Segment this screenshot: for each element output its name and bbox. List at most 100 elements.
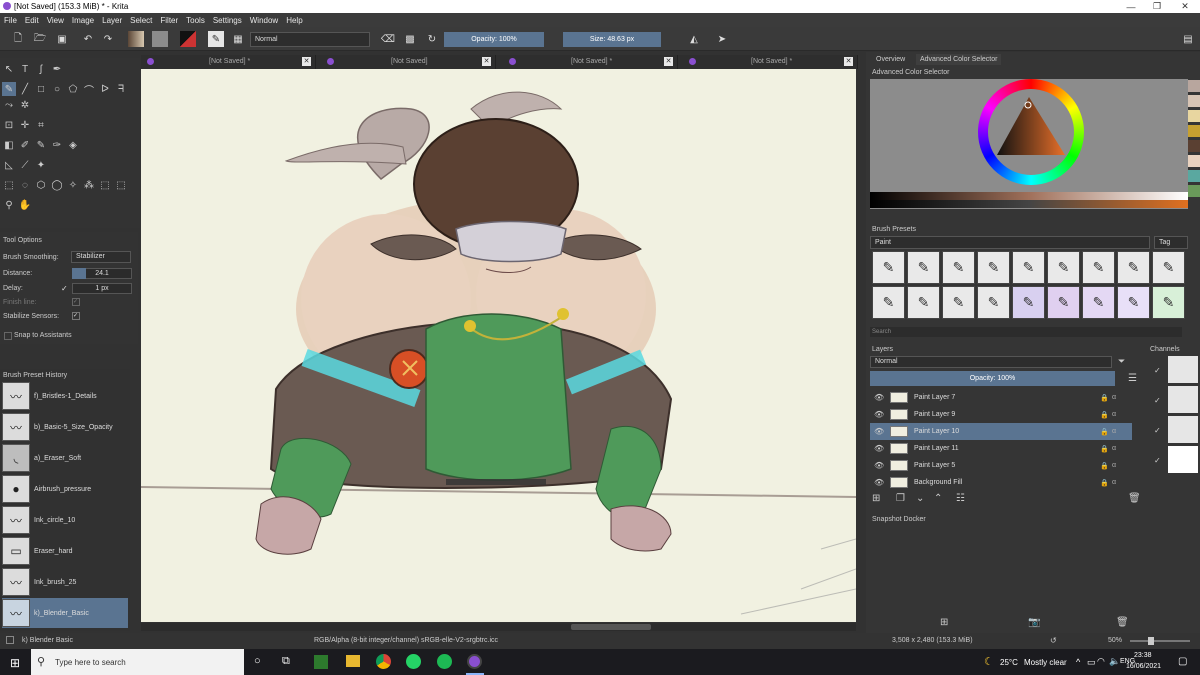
lock-icon[interactable]: 🔒 — [1100, 428, 1109, 436]
channel-checkbox[interactable]: ✓ — [1154, 396, 1161, 405]
finish-line-checkbox[interactable]: ✓ — [72, 298, 80, 306]
brush-preset[interactable]: ✎ — [872, 286, 905, 319]
color-swatch[interactable] — [1188, 185, 1200, 197]
eraser-mode-icon[interactable]: ⌫ — [380, 31, 396, 47]
spotify-icon[interactable] — [437, 654, 452, 669]
color-selector-area[interactable] — [870, 79, 1188, 209]
channel-checkbox[interactable]: ✓ — [1154, 366, 1161, 375]
move-tool-icon[interactable]: ✛ — [18, 118, 32, 132]
windows-start-icon[interactable]: ⊞ — [10, 656, 20, 670]
bezier-select-icon[interactable]: ⬚ — [98, 178, 112, 192]
measure-tool-icon[interactable]: ⟋ — [18, 158, 32, 172]
menu-layer[interactable]: Layer — [98, 16, 126, 25]
network-icon[interactable]: ▭ — [1087, 657, 1096, 668]
text-tool-icon[interactable]: T — [18, 62, 32, 76]
brush-preset[interactable]: ✎ — [1117, 286, 1150, 319]
brush-preset[interactable]: ✎ — [1047, 251, 1080, 284]
color-swatch[interactable] — [1188, 170, 1200, 182]
tab-overview[interactable]: Overview — [876, 56, 905, 63]
visibility-eye-icon[interactable]: 👁 — [874, 393, 884, 402]
layer-menu-icon[interactable]: ☰ — [1128, 373, 1137, 384]
channel-checkbox[interactable]: ✓ — [1154, 456, 1161, 465]
brush-preset[interactable]: ✎ — [1082, 251, 1115, 284]
gradient-tool-icon[interactable]: ◧ — [2, 138, 16, 152]
freehand-brush-icon[interactable]: ✎ — [2, 82, 16, 96]
delay-input[interactable]: 1 px — [72, 283, 132, 294]
gradient-icon[interactable] — [128, 31, 144, 47]
polygon-tool-icon[interactable]: ⬠ — [66, 82, 80, 96]
preset-history-item[interactable]: 〰 Ink_brush_25 — [2, 567, 128, 597]
alpha-lock-icon[interactable]: α — [1112, 428, 1116, 435]
mirror-horizontal-icon[interactable]: ◭ — [686, 31, 702, 47]
close-tab-icon[interactable]: ✕ — [664, 57, 673, 66]
blend-mode-select[interactable]: Normal — [250, 32, 370, 47]
rect-select-icon[interactable]: ⬚ — [2, 178, 16, 192]
smart-patch-icon[interactable]: ✎ — [34, 138, 48, 152]
lock-icon[interactable]: 🔒 — [1100, 462, 1109, 470]
preset-history-item[interactable]: ● Airbrush_pressure — [2, 474, 128, 504]
ellipse-tool-icon[interactable]: ○ — [50, 82, 64, 96]
brush-preset[interactable]: ✎ — [942, 251, 975, 284]
dynamic-brush-icon[interactable]: ⤳ — [2, 98, 16, 112]
brush-smoothing-select[interactable]: Stabilizer — [71, 251, 131, 263]
menu-edit[interactable]: Edit — [21, 16, 43, 25]
crop-tool-icon[interactable]: ⌗ — [34, 118, 48, 132]
horizontal-scrollbar[interactable] — [141, 623, 856, 631]
layer-row[interactable]: 👁 Paint Layer 5 🔒 α — [870, 457, 1132, 474]
brush-preset[interactable]: ✎ — [872, 251, 905, 284]
alpha-lock-icon[interactable]: α — [1112, 462, 1116, 469]
menu-settings[interactable]: Settings — [209, 16, 246, 25]
brush-presets-filter[interactable]: Paint — [870, 236, 1150, 249]
task-view-icon[interactable]: ⧉ — [282, 655, 290, 668]
clock-time[interactable]: 23:38 — [1134, 652, 1152, 659]
color-gradient-bar[interactable] — [870, 200, 1188, 208]
snap-checkbox[interactable] — [4, 332, 12, 340]
brush-preset[interactable]: ✎ — [907, 251, 940, 284]
pan-tool-icon[interactable]: ✋ — [18, 198, 32, 212]
fill-tool-icon[interactable]: ◈ — [66, 138, 80, 152]
volume-icon[interactable]: 🔈 — [1109, 656, 1120, 667]
brush-preset-icon[interactable]: ✎ — [208, 31, 224, 47]
reference-tool-icon[interactable]: ✦ — [34, 158, 48, 172]
fg-bg-color-icon[interactable] — [180, 31, 196, 47]
camera-icon[interactable]: 📷 — [1028, 617, 1040, 628]
preset-history-item[interactable]: 〰 b)_Basic-5_Size_Opacity — [2, 412, 128, 442]
alpha-lock-icon[interactable]: α — [1112, 411, 1116, 418]
redo-icon[interactable]: ↷ — [100, 31, 116, 47]
visibility-eye-icon[interactable]: 👁 — [874, 427, 884, 436]
brush-preset[interactable]: ✎ — [977, 286, 1010, 319]
freehand-path-icon[interactable]: ᖷ — [114, 82, 128, 96]
taskbar-search-box[interactable]: ⚲ Type here to search — [31, 649, 244, 675]
move-up-icon[interactable]: ⌃ — [934, 493, 942, 504]
alpha-lock-icon[interactable]: α — [1112, 445, 1116, 452]
menu-image[interactable]: Image — [68, 16, 98, 25]
krita-taskbar-icon[interactable] — [467, 654, 482, 669]
chrome-icon[interactable] — [376, 654, 391, 669]
layer-opacity-slider[interactable]: Opacity: 100% — [870, 371, 1115, 386]
brush-preset[interactable]: ✎ — [1117, 251, 1150, 284]
similar-select-icon[interactable]: ⁂ — [82, 178, 96, 192]
preset-history-item[interactable]: 〰 Ink_circle_10 — [2, 505, 128, 535]
wifi-icon[interactable]: ◠ — [1097, 656, 1105, 667]
visibility-eye-icon[interactable]: 👁 — [874, 444, 884, 453]
menu-file[interactable]: File — [0, 16, 21, 25]
tab-document-1[interactable]: [Not Saved] * ✕ — [141, 55, 316, 69]
whatsapp-icon[interactable] — [406, 654, 421, 669]
channel-checkbox[interactable]: ✓ — [1154, 426, 1161, 435]
brush-preset[interactable]: ✎ — [942, 286, 975, 319]
visibility-eye-icon[interactable]: 👁 — [874, 410, 884, 419]
new-document-icon[interactable]: 🗋 — [10, 31, 26, 47]
delete-snapshot-icon[interactable]: 🗑 — [1116, 617, 1129, 628]
preset-history-item[interactable]: 〰 f)_Bristles-1_Details — [2, 381, 128, 411]
pattern-icon[interactable] — [152, 31, 168, 47]
layer-blend-mode-select[interactable]: Normal — [870, 356, 1112, 368]
preserve-alpha-icon[interactable]: ▩ — [402, 31, 418, 47]
brush-preset[interactable]: ✎ — [1152, 286, 1185, 319]
multibrush-icon[interactable]: ✲ — [18, 98, 32, 112]
store-icon[interactable] — [314, 655, 328, 669]
workspace-grid-icon[interactable]: ▦ — [230, 31, 246, 47]
reload-preset-icon[interactable]: ↻ — [424, 31, 440, 47]
color-swatch[interactable] — [1188, 140, 1200, 152]
menu-view[interactable]: View — [43, 16, 68, 25]
scrollbar-thumb[interactable] — [571, 624, 651, 630]
